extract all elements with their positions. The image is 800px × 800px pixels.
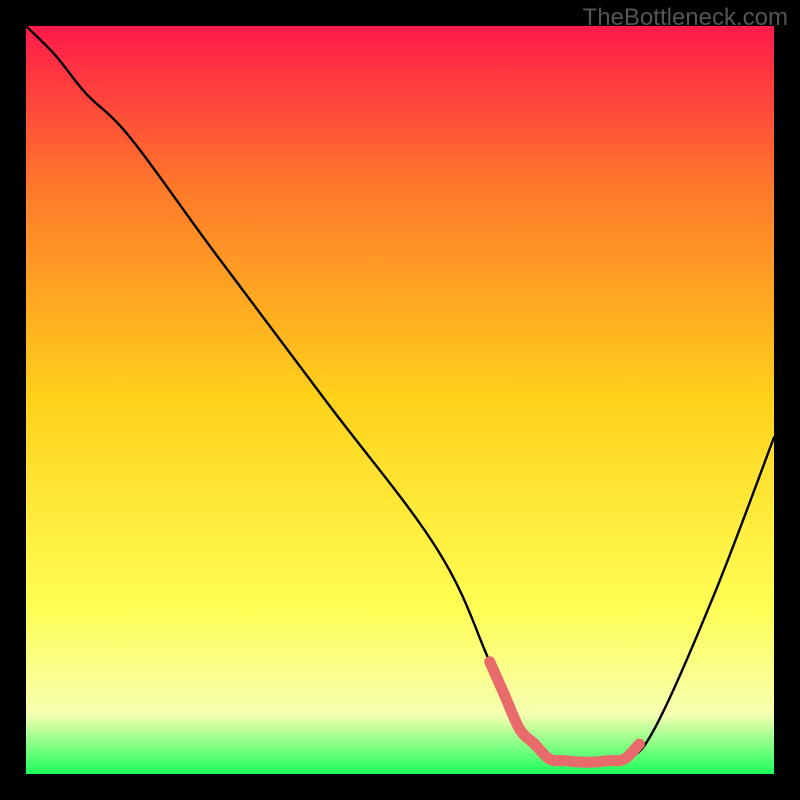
gradient-bg [26, 26, 774, 774]
chart-svg [26, 26, 774, 774]
plot-area [26, 26, 774, 774]
watermark-text: TheBottleneck.com [583, 4, 788, 32]
chart-container: TheBottleneck.com [0, 0, 800, 800]
